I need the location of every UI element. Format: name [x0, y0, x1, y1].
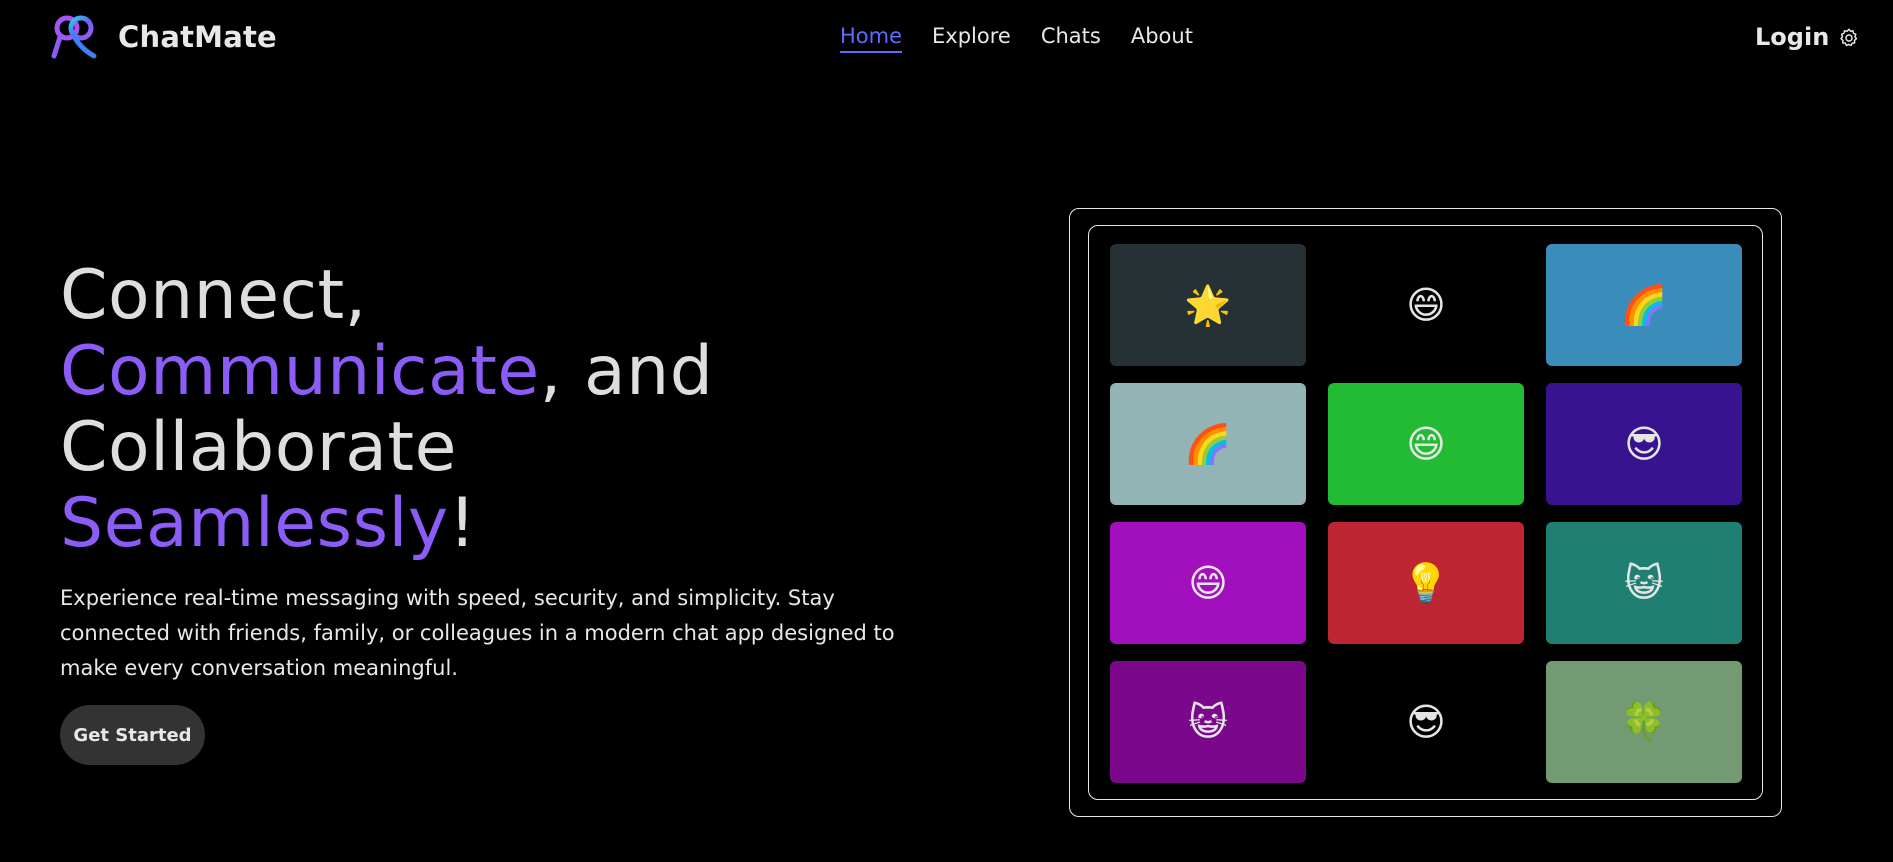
- headline-line-1: Connect,: [60, 256, 367, 335]
- emoji-tile[interactable]: 💡: [1328, 522, 1524, 644]
- emoji-tile[interactable]: 😺: [1546, 522, 1742, 644]
- headline-accent-communicate: Communicate: [60, 332, 540, 411]
- brand[interactable]: ChatMate: [50, 14, 277, 60]
- nav-item-explore[interactable]: Explore: [932, 24, 1011, 53]
- hero-headline: Connect, Communicate, and Collaborate Se…: [60, 258, 713, 562]
- hero-subtitle: Experience real-time messaging with spee…: [60, 586, 895, 680]
- sunglasses-face-icon: 😎: [1624, 422, 1664, 466]
- emoji-tile[interactable]: 🌈: [1110, 383, 1306, 505]
- nav-item-home[interactable]: Home: [840, 24, 903, 53]
- light-bulb-icon: 💡: [1402, 560, 1450, 605]
- emoji-tile-grid: 🌟 😄 🌈 🌈 😄 😎 😄 💡 😺 😺 😎 🍀: [1110, 244, 1742, 783]
- emoji-tile[interactable]: 😎: [1328, 661, 1524, 783]
- main-nav: Home Explore Chats About: [840, 24, 1193, 53]
- headline-line-3: Collaborate: [60, 408, 457, 487]
- emoji-tile[interactable]: 😄: [1328, 383, 1524, 505]
- top-navbar: ChatMate Home Explore Chats About Login: [0, 0, 1893, 78]
- clover-icon: 🍀: [1620, 699, 1668, 744]
- sunglasses-face-icon: 😎: [1406, 700, 1446, 744]
- gear-icon[interactable]: [1838, 27, 1860, 49]
- get-started-button[interactable]: Get Started: [60, 705, 205, 765]
- star-icon: 🌟: [1184, 282, 1232, 327]
- grinning-face-icon: 😄: [1406, 283, 1446, 327]
- grinning-face-icon: 😄: [1188, 561, 1228, 605]
- cat-face-icon: 😺: [1188, 700, 1228, 744]
- headline-accent-seamlessly: Seamlessly: [60, 484, 449, 563]
- login-link[interactable]: Login: [1755, 23, 1829, 51]
- emoji-tile[interactable]: 😄: [1328, 244, 1524, 366]
- emoji-tile[interactable]: 😺: [1110, 661, 1306, 783]
- nav-item-about[interactable]: About: [1131, 24, 1193, 53]
- headline-line-2: Communicate, and: [60, 334, 713, 410]
- emoji-tile[interactable]: 🌟: [1110, 244, 1306, 366]
- nav-item-chats[interactable]: Chats: [1041, 24, 1101, 53]
- emoji-tile[interactable]: 😄: [1110, 522, 1306, 644]
- emoji-tile[interactable]: 😎: [1546, 383, 1742, 505]
- emoji-tile[interactable]: 🌈: [1546, 244, 1742, 366]
- brand-name: ChatMate: [118, 20, 277, 54]
- rainbow-icon: 🌈: [1620, 282, 1668, 327]
- headline-line-2-rest: , and: [539, 332, 714, 411]
- rainbow-icon: 🌈: [1184, 421, 1232, 466]
- chatmate-logo-icon: [51, 15, 97, 59]
- headline-line-4-rest: !: [448, 484, 477, 563]
- emoji-tile[interactable]: 🍀: [1546, 661, 1742, 783]
- cat-face-icon: 😺: [1624, 561, 1664, 605]
- grinning-face-icon: 😄: [1406, 422, 1446, 466]
- headline-line-4: Seamlessly!: [60, 486, 713, 562]
